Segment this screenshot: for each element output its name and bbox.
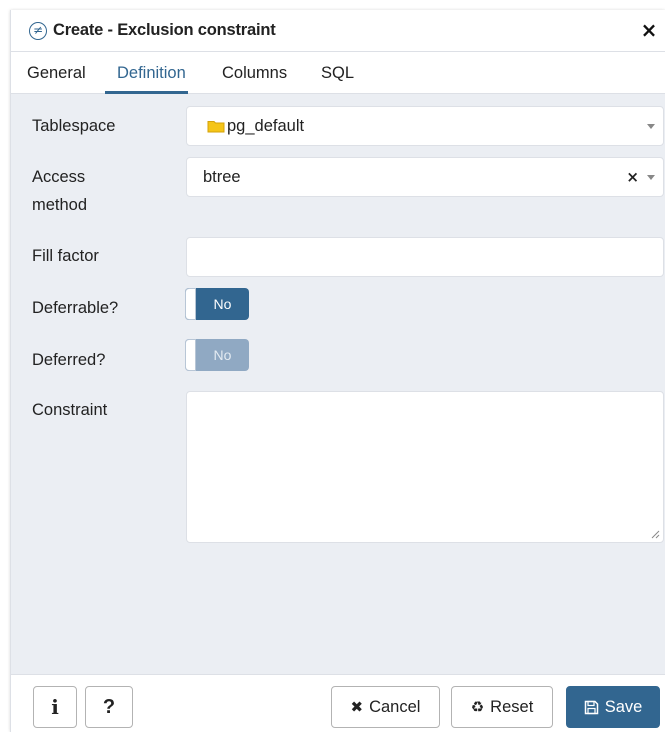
deferred-toggle-label: No — [213, 347, 232, 363]
tablespace-label: Tablespace — [32, 117, 116, 135]
toggle-knob — [185, 288, 196, 320]
reset-button[interactable]: ♻ Reset — [451, 686, 553, 728]
info-button[interactable]: i — [33, 686, 77, 728]
tablespace-select[interactable]: pg_default — [186, 106, 664, 146]
deferrable-label: Deferrable? — [32, 299, 119, 317]
cancel-button[interactable]: ✖ Cancel — [331, 686, 440, 728]
dialog-title: Create - Exclusion constraint — [53, 21, 276, 39]
deferrable-toggle[interactable]: No — [185, 288, 249, 320]
close-icon[interactable]: × — [639, 20, 659, 40]
help-icon: ? — [102, 695, 116, 718]
resize-grip-icon[interactable] — [651, 530, 660, 539]
access-method-label-line2: method — [32, 196, 88, 214]
tab-columns[interactable]: Columns — [222, 52, 287, 94]
save-button[interactable]: Save — [566, 686, 660, 728]
info-icon: i — [51, 695, 59, 719]
floppy-disk-icon — [584, 700, 598, 714]
tab-definition[interactable]: Definition — [105, 52, 188, 94]
deferred-toggle[interactable]: No — [185, 339, 249, 371]
deferred-label: Deferred? — [32, 351, 106, 369]
save-label: Save — [604, 697, 643, 716]
dialog-footer: i ? ✖ Cancel ♻ Reset Save — [11, 674, 665, 732]
fill-factor-input[interactable] — [186, 237, 664, 277]
fill-factor-label: Fill factor — [32, 247, 99, 265]
constraint-textarea[interactable] — [186, 391, 664, 543]
toggle-knob — [185, 339, 196, 371]
constraint-label: Constraint — [32, 401, 108, 419]
cancel-label: Cancel — [369, 697, 421, 716]
tab-bar: General Definition Columns SQL — [11, 52, 665, 94]
access-method-value: btree — [203, 168, 241, 186]
folder-icon — [207, 121, 225, 133]
chevron-down-icon[interactable] — [647, 175, 655, 180]
tab-sql[interactable]: SQL — [321, 52, 354, 94]
chevron-down-icon[interactable] — [647, 124, 655, 129]
deferrable-toggle-label: No — [213, 296, 232, 312]
access-method-select[interactable]: btree × — [186, 157, 664, 197]
tablespace-value: pg_default — [227, 117, 305, 135]
close-icon: ✖ — [350, 698, 364, 716]
create-exclusion-constraint-dialog: ≠ Create - Exclusion constraint × Genera… — [10, 10, 665, 732]
exclusion-constraint-icon: ≠ — [29, 22, 47, 40]
access-method-label-line1: Access — [32, 168, 86, 186]
dialog-titlebar: ≠ Create - Exclusion constraint × — [11, 10, 665, 52]
clear-icon[interactable]: × — [626, 158, 639, 196]
help-button[interactable]: ? — [85, 686, 133, 728]
tab-general[interactable]: General — [27, 52, 86, 94]
recycle-icon: ♻ — [470, 698, 485, 716]
reset-label: Reset — [490, 697, 534, 716]
